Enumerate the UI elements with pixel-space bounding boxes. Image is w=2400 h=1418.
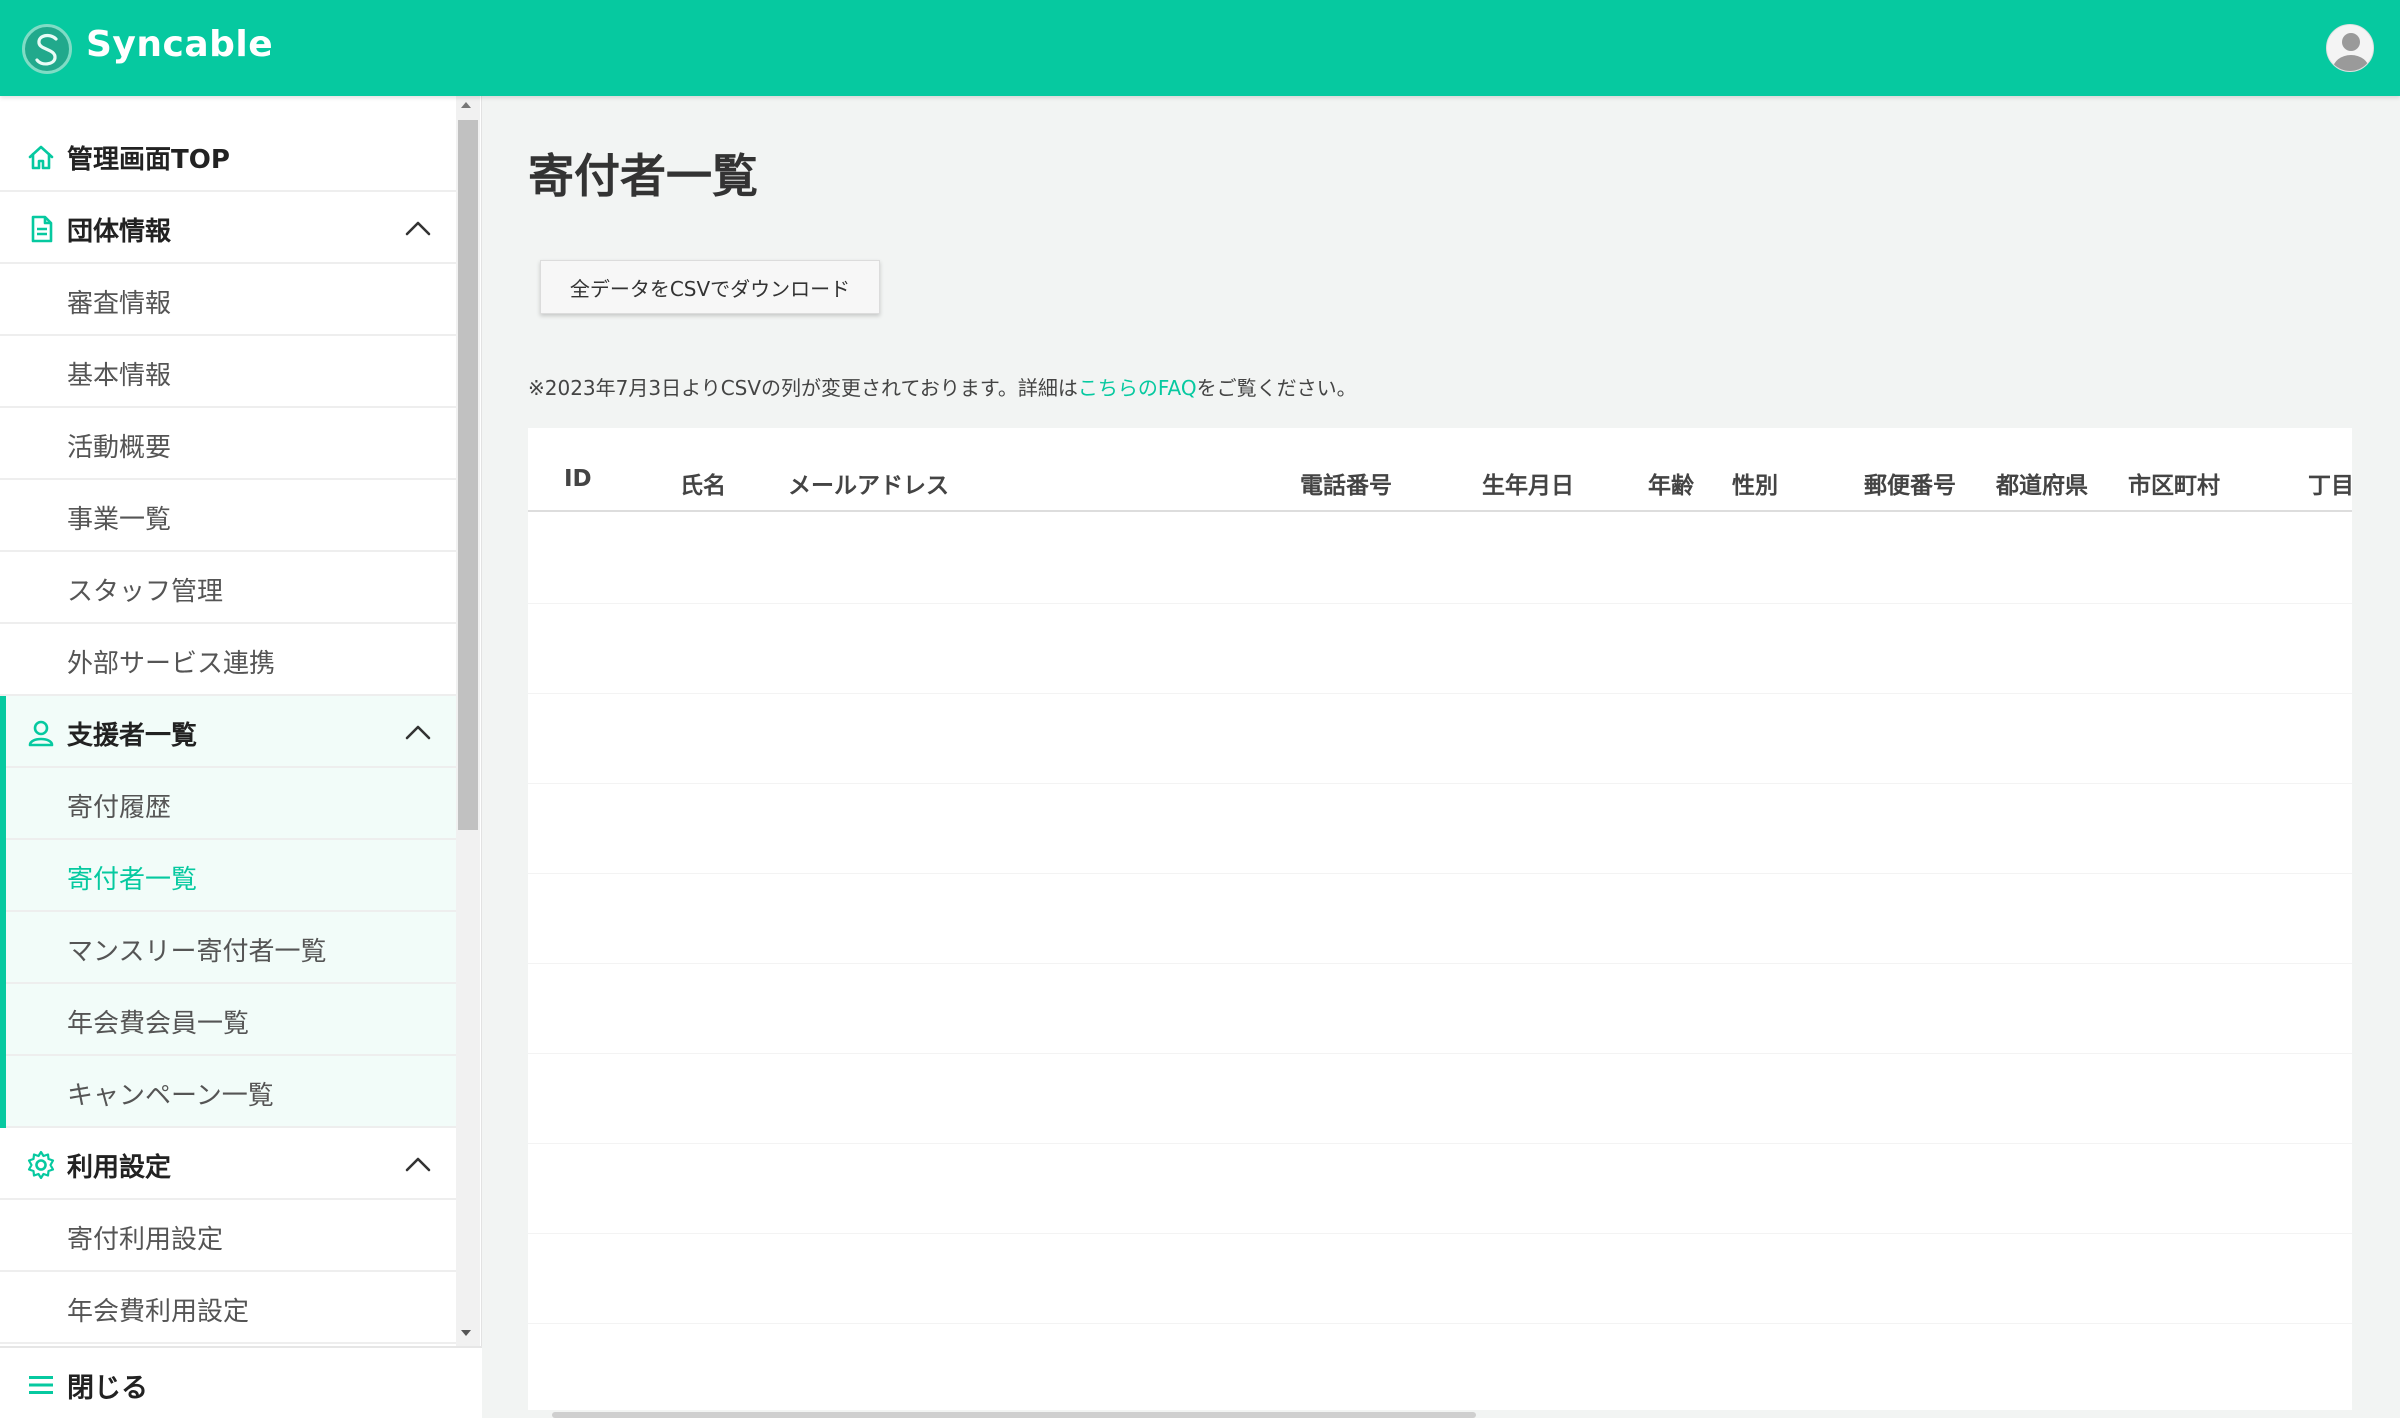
notice-text: ※2023年7月3日よりCSVの列が変更されております。詳細は	[528, 376, 1078, 400]
sidebar-item-label: 寄付者一覧	[67, 865, 198, 895]
sidebar-item-label: 団体情報	[67, 217, 172, 247]
column-header[interactable]: 性別	[1732, 466, 1778, 500]
sidebar-item-5[interactable]: 事業一覧	[0, 480, 456, 552]
active-group-indicator	[0, 1056, 6, 1128]
sidebar-item-label: 寄付利用設定	[67, 1225, 224, 1255]
column-header[interactable]: 丁目	[2308, 466, 2352, 500]
column-header[interactable]: 市区町村	[2128, 466, 2220, 500]
sidebar-item-3[interactable]: 基本情報	[0, 336, 456, 408]
app-logo-text[interactable]: Syncable	[86, 24, 273, 65]
active-group-indicator	[0, 768, 6, 840]
sidebar-item-9[interactable]: 寄付履歴	[0, 768, 456, 840]
sidebar-item-label: 寄付履歴	[67, 793, 172, 823]
menu-icon	[29, 1376, 53, 1394]
sidebar-item-label: 事業一覧	[67, 505, 172, 535]
sidebar-item-1[interactable]: 団体情報	[0, 192, 456, 264]
active-group-indicator	[0, 984, 6, 1056]
sidebar-item-label: マンスリー寄付者一覧	[67, 937, 327, 967]
user-avatar-icon[interactable]	[2326, 24, 2374, 72]
column-header[interactable]: ID	[564, 466, 592, 492]
column-header[interactable]: 氏名	[680, 466, 726, 500]
sidebar-item-7[interactable]: 外部サービス連携	[0, 624, 456, 696]
sidebar-close-button[interactable]: 閉じる	[0, 1346, 482, 1418]
column-header[interactable]: メールアドレス	[788, 466, 949, 500]
table-row[interactable]	[528, 1144, 2352, 1234]
table-row[interactable]	[528, 784, 2352, 874]
sidebar-item-4[interactable]: 活動概要	[0, 408, 456, 480]
chevron-up-icon[interactable]	[404, 218, 432, 238]
column-header[interactable]: 年齢	[1648, 466, 1694, 500]
sidebar-item-16[interactable]: 年会費利用設定	[0, 1272, 456, 1344]
app-header: Syncable	[0, 0, 2400, 96]
sidebar-item-15[interactable]: 寄付利用設定	[0, 1200, 456, 1272]
sidebar-item-10[interactable]: 寄付者一覧	[0, 840, 456, 912]
table-row[interactable]	[528, 514, 2352, 604]
sidebar-item-label: 年会費利用設定	[67, 1297, 250, 1327]
notice-text-suffix: をご覧ください。	[1196, 376, 1357, 400]
scroll-down-arrow-icon[interactable]	[461, 1330, 471, 1336]
active-group-indicator	[0, 840, 6, 912]
sidebar-item-label: 利用設定	[67, 1153, 172, 1183]
csv-notice: ※2023年7月3日よりCSVの列が変更されております。詳細はこちらのFAQをご…	[528, 372, 1357, 401]
sidebar-item-0[interactable]: 管理画面TOP	[0, 120, 456, 192]
active-group-indicator	[0, 696, 6, 768]
csv-download-button[interactable]: 全データをCSVでダウンロード	[540, 260, 880, 314]
sidebar-item-13[interactable]: キャンペーン一覧	[0, 1056, 456, 1128]
sidebar-item-6[interactable]: スタッフ管理	[0, 552, 456, 624]
table-row[interactable]	[528, 964, 2352, 1054]
sidebar-item-12[interactable]: 年会費会員一覧	[0, 984, 456, 1056]
sidebar: 管理画面TOP 団体情報審査情報基本情報活動概要事業一覧スタッフ管理外部サービス連…	[0, 96, 482, 1418]
column-header[interactable]: 電話番号	[1300, 466, 1392, 500]
gear-icon	[27, 1150, 55, 1180]
sidebar-item-11[interactable]: マンスリー寄付者一覧	[0, 912, 456, 984]
chevron-up-icon[interactable]	[404, 722, 432, 742]
sidebar-item-label: 活動概要	[67, 433, 172, 463]
faq-link[interactable]: こちらのFAQ	[1078, 376, 1197, 400]
table-row[interactable]	[528, 604, 2352, 694]
sidebar-item-label: 支援者一覧	[67, 721, 198, 751]
sidebar-close-label: 閉じる	[67, 1373, 148, 1404]
sidebar-item-2[interactable]: 審査情報	[0, 264, 456, 336]
sidebar-item-label: 審査情報	[67, 289, 172, 319]
table-row[interactable]	[528, 874, 2352, 964]
sidebar-item-label: 基本情報	[67, 361, 172, 391]
syncable-logo-icon[interactable]	[22, 24, 72, 74]
person-icon	[28, 720, 54, 747]
sidebar-item-label: 外部サービス連携	[67, 649, 276, 679]
table-row[interactable]	[528, 1234, 2352, 1324]
donor-table: ID 氏名 メールアドレス 電話番号 生年月日 年齢 性別 郵便番号 都道府県 市区町村 丁目	[528, 428, 2352, 1410]
home-icon	[28, 145, 54, 170]
table-horizontal-scrollbar[interactable]	[552, 1412, 1476, 1418]
table-row[interactable]	[528, 694, 2352, 784]
sidebar-item-label: スタッフ管理	[67, 577, 224, 607]
sidebar-item-label: キャンペーン一覧	[67, 1081, 274, 1111]
sidebar-item-label: 年会費会員一覧	[67, 1009, 250, 1039]
table-header: ID 氏名 メールアドレス 電話番号 生年月日 年齢 性別 郵便番号 都道府県 市区町村 丁目	[528, 428, 2352, 512]
sidebar-item-14[interactable]: 利用設定	[0, 1128, 456, 1200]
column-header[interactable]: 都道府県	[1996, 466, 2088, 500]
chevron-up-icon[interactable]	[404, 1154, 432, 1174]
column-header[interactable]: 郵便番号	[1864, 466, 1956, 500]
table-row[interactable]	[528, 1054, 2352, 1144]
scroll-up-arrow-icon[interactable]	[461, 102, 471, 108]
sidebar-nav: 管理画面TOP 団体情報審査情報基本情報活動概要事業一覧スタッフ管理外部サービス連…	[0, 120, 456, 1344]
sidebar-item-8[interactable]: 支援者一覧	[0, 696, 456, 768]
column-header[interactable]: 生年月日	[1482, 466, 1574, 500]
page-title: 寄付者一覧	[528, 149, 758, 203]
sidebar-scrollbar-thumb[interactable]	[458, 120, 478, 830]
sidebar-item-label: 管理画面TOP	[67, 145, 230, 175]
active-group-indicator	[0, 912, 6, 984]
table-row[interactable]	[528, 1324, 2352, 1410]
document-icon	[31, 215, 53, 243]
